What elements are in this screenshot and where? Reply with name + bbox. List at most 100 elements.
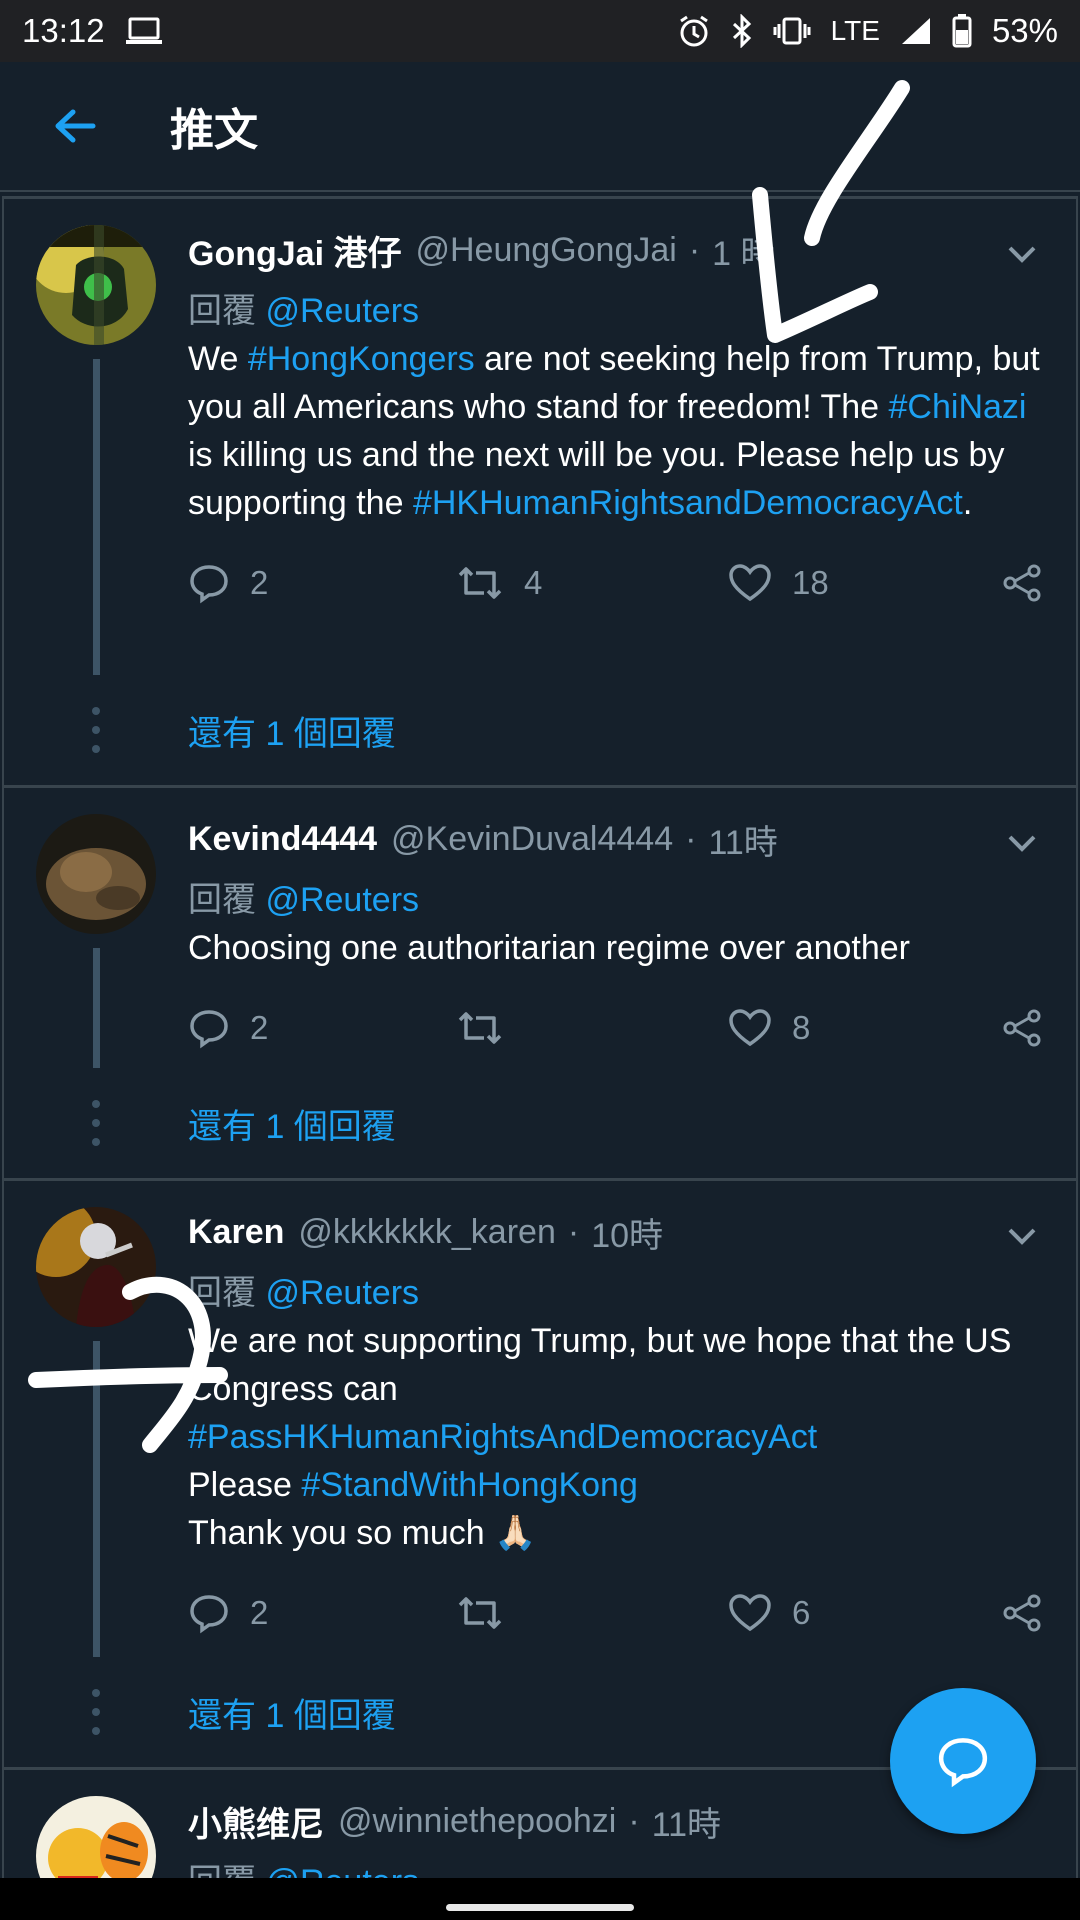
avatar[interactable] [36,814,156,934]
back-arrow-icon [55,109,96,143]
back-button[interactable] [0,61,150,191]
reply-button[interactable]: 2 [188,1583,268,1643]
show-more-replies[interactable]: 還有 1 個回覆 [4,675,1076,785]
battery-level: 53% [991,12,1058,49]
avatar[interactable] [36,1207,156,1327]
show-more-replies[interactable]: 還有 1 個回覆 [4,1068,1076,1178]
user-handle[interactable]: @HeungGongJai [415,231,676,270]
separator-dot: · [685,819,697,858]
reply-icon [190,1595,228,1634]
chevron-down-icon[interactable] [1002,1221,1042,1251]
heart-icon [729,564,771,602]
retweet-button[interactable]: 4 [456,553,542,613]
reply-prefix: 回覆 [188,292,256,330]
chevron-down-icon[interactable] [1002,239,1042,269]
user-handle[interactable]: @KevinDuval4444 [391,820,673,859]
share-button[interactable] [1002,553,1042,613]
reply-icon [190,1010,228,1049]
compose-reply-button[interactable] [890,1688,1036,1834]
chevron-down-icon[interactable] [1002,828,1042,858]
hashtag-link[interactable]: #ChiNazi [889,388,1027,426]
retweet-button[interactable] [456,1583,524,1643]
avatar[interactable] [36,225,156,345]
thread-line [92,1341,100,1657]
status-bar: 13:12 LTE 53% [0,0,1080,62]
hashtag-link[interactable]: #HKHumanRightsandDemocracyAct [413,484,963,522]
share-button[interactable] [1002,1583,1042,1643]
heart-icon [729,1594,771,1632]
battery-icon [952,14,972,48]
reply-icon [190,565,228,604]
home-gesture-handle[interactable] [446,1904,634,1911]
thread-line [92,948,100,1068]
tweet-card[interactable]: GongJai 港仔 @HeungGongJai · 1 時 回覆 @Reute… [4,196,1076,785]
tweet-text-segment: We [188,340,248,378]
hashtag-link[interactable]: #PassHKHumanRightsAndDemocracyAct [188,1418,817,1456]
tweet-text: Choosing one authoritarian regime over a… [188,924,1046,972]
reply-mention-link[interactable]: @Reuters [265,881,419,919]
tweet-card[interactable]: Kevind4444 @KevinDuval4444 · 11時 回覆 @Reu… [4,785,1076,1178]
clock: 13:12 [22,12,105,49]
tweet-text: We #HongKongers are not seeking help fro… [188,335,1046,527]
display-name[interactable]: GongJai 港仔 [188,226,401,275]
retweet-icon [458,567,502,599]
reply-mention-link[interactable]: @Reuters [265,1863,419,1878]
reply-bubble-icon [938,1738,988,1788]
like-button[interactable]: 18 [728,553,829,613]
separator-dot: · [628,1801,640,1840]
alarm-icon [677,14,711,48]
separator-dot: · [567,1212,580,1251]
user-handle[interactable]: @kkkkkkk_karen [298,1213,555,1252]
reply-prefix: 回覆 [188,1863,256,1878]
timestamp: 11時 [651,1805,721,1844]
share-icon [1003,564,1041,602]
show-more-replies-link[interactable]: 還有 1 個回覆 [188,1099,396,1148]
page-title: 推文 [170,106,258,155]
like-button[interactable]: 6 [728,1583,810,1643]
like-button[interactable]: 8 [728,998,810,1058]
tweet-card[interactable]: Karen @kkkkkkk_karen · 10時 回覆 @Reuters W… [4,1178,1076,1767]
separator-dot: · [688,230,701,269]
retweet-icon [458,1597,502,1629]
reply-prefix: 回覆 [188,1274,256,1312]
bluetooth-icon [731,14,753,48]
like-count: 18 [792,564,829,601]
reply-button[interactable]: 2 [188,998,268,1058]
tweet-text-segment: Thank you so much 🙏🏻 [188,1514,537,1552]
retweet-icon [458,1012,502,1044]
hashtag-link[interactable]: #StandWithHongKong [301,1466,637,1504]
ellipsis-vertical-icon [4,705,188,755]
share-icon [1003,1594,1041,1632]
retweet-button[interactable] [456,998,524,1058]
display-name[interactable]: Kevind4444 [188,820,377,859]
display-name[interactable]: 小熊维尼 [188,1797,324,1846]
reply-count: 2 [250,1009,269,1046]
retweet-count: 4 [524,564,543,601]
hashtag-link[interactable]: #HongKongers [248,340,475,378]
show-more-replies-link[interactable]: 還有 1 個回覆 [188,1688,396,1737]
app-bar: 推文 [0,62,1080,192]
show-more-replies-link[interactable]: 還有 1 個回覆 [188,706,396,755]
avatar[interactable] [36,1796,156,1878]
timestamp: 10時 [591,1216,664,1255]
tweet-actions: 2 6 [188,1583,1046,1643]
reply-button[interactable]: 2 [188,553,268,613]
user-handle[interactable]: @winniethepoohzi [338,1802,616,1841]
display-name[interactable]: Karen [188,1213,284,1252]
reply-mention-link[interactable]: @Reuters [265,1274,419,1312]
reply-mention-link[interactable]: @Reuters [265,292,419,330]
tweet-text-segment: We are not supporting Trump, but we hope… [188,1322,1012,1408]
tweet-text: We are not supporting Trump, but we hope… [188,1317,1046,1557]
heart-icon [729,1009,771,1047]
ellipsis-vertical-icon [4,1687,188,1737]
signal-icon [900,16,932,46]
tweet-thread[interactable]: GongJai 港仔 @HeungGongJai · 1 時 回覆 @Reute… [2,196,1078,1878]
like-count: 6 [792,1594,811,1631]
reply-count: 2 [250,564,269,601]
tweet-text-segment: Please [188,1466,302,1504]
ellipsis-vertical-icon [4,1098,188,1148]
thread-line [92,359,100,675]
timestamp: 1 時 [712,234,775,273]
share-button[interactable] [1002,998,1042,1058]
tweet-text-segment: Choosing one authoritarian regime over a… [188,929,911,967]
